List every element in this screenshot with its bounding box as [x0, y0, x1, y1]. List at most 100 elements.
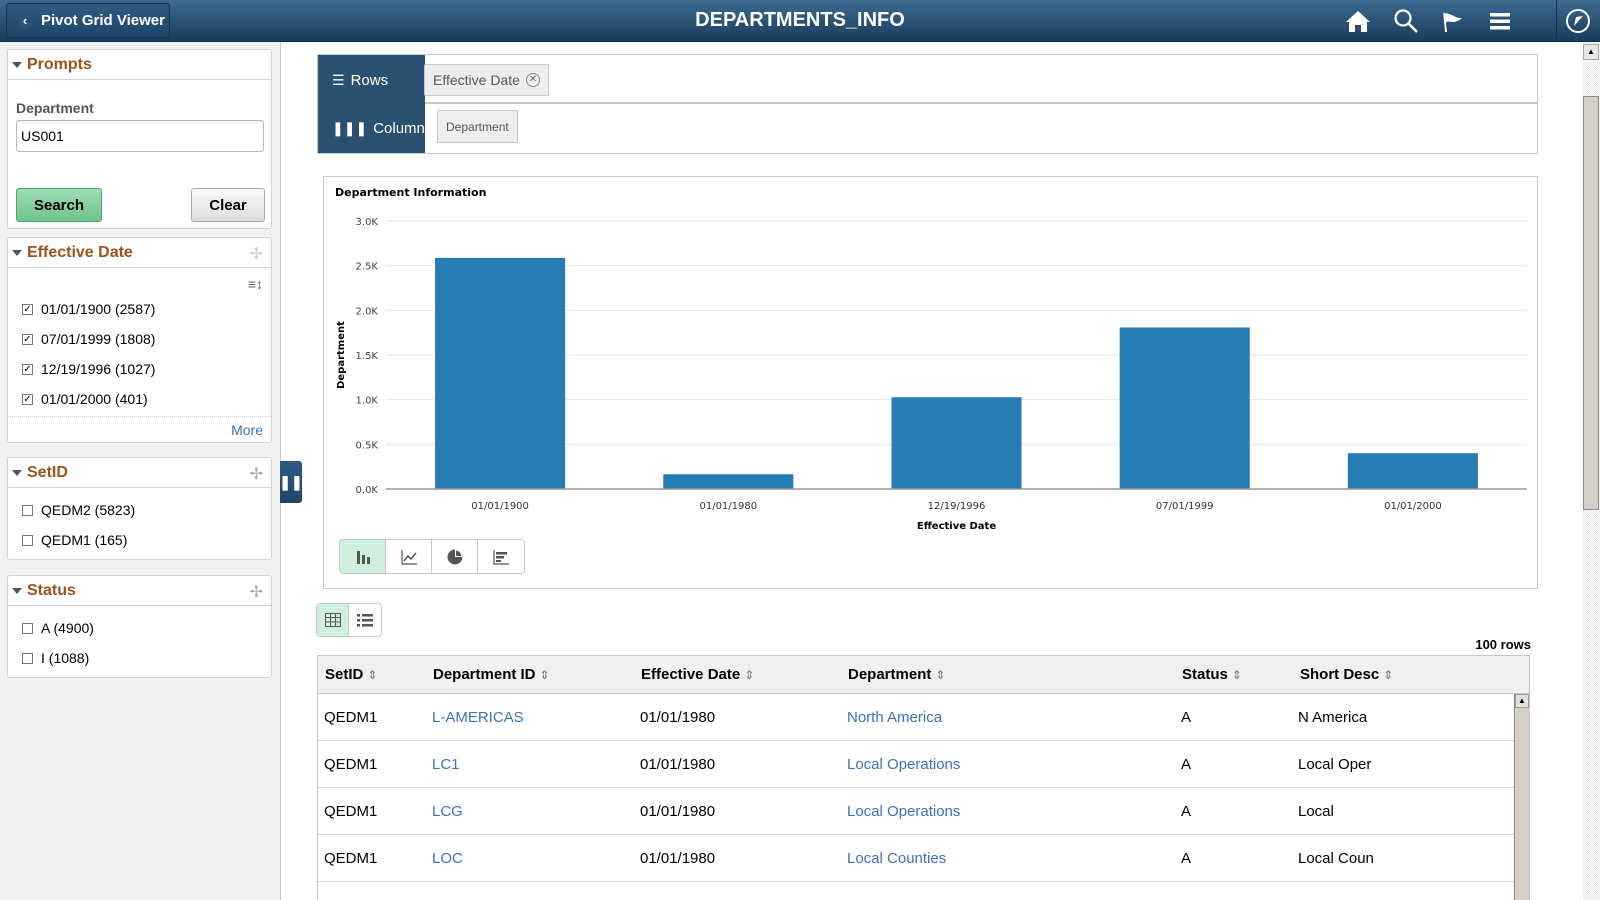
department-label: Department: [16, 100, 94, 116]
chart-type-toolbar: [339, 539, 525, 574]
cell-setid: QEDM1: [324, 756, 378, 773]
cell-department-link[interactable]: North America: [847, 709, 942, 726]
column-header-department-id[interactable]: Department ID ⇕: [433, 666, 550, 683]
cell-department-id-link[interactable]: LCG: [432, 803, 463, 820]
y-axis-label: Department: [336, 321, 347, 389]
y-tick-label: 3.0K: [356, 217, 379, 228]
facet-item[interactable]: ✓ 12/19/1996 (1027): [8, 354, 271, 384]
scrollbar-thumb[interactable]: [1583, 96, 1599, 510]
search-button[interactable]: Search: [16, 188, 102, 222]
column-header-setid[interactable]: SetID ⇕: [325, 666, 377, 683]
facet-item[interactable]: I (1088): [8, 643, 271, 673]
column-chip-department[interactable]: Department: [437, 110, 518, 143]
chart-container: Department Information 0.0K 0.5K 1.0K 1.5K 2…: [323, 176, 1538, 589]
checkbox[interactable]: [22, 652, 33, 664]
sort-icon: ⇕: [1383, 668, 1394, 682]
sidebar-collapse-handle[interactable]: ❚❚: [279, 461, 303, 503]
divider: [8, 416, 271, 417]
collapse-triangle-icon[interactable]: [12, 61, 22, 68]
collapse-triangle-icon[interactable]: [12, 587, 22, 594]
prompts-panel-header[interactable]: Prompts: [8, 50, 271, 80]
bar[interactable]: [1119, 327, 1250, 489]
checkbox[interactable]: [22, 504, 33, 516]
facet-item-label: A (4900): [41, 620, 94, 636]
line-chart-button[interactable]: [386, 540, 432, 573]
cell-department-id-link[interactable]: LOC: [432, 850, 463, 867]
grid-view-button[interactable]: [317, 604, 349, 636]
pie-chart-button[interactable]: [432, 540, 478, 573]
facet-item[interactable]: ✓ 01/01/1900 (2587): [8, 294, 271, 324]
column-header-effective-date[interactable]: Effective Date ⇕: [641, 666, 754, 683]
checkbox-checked[interactable]: ✓: [22, 303, 33, 315]
column-header-label: Short Desc: [1300, 666, 1380, 683]
data-grid: SetID ⇕ Department ID ⇕ Effective Date ⇕ De…: [317, 655, 1530, 900]
bar-chart-button[interactable]: [340, 540, 386, 573]
bar[interactable]: [663, 474, 794, 489]
checkbox[interactable]: [22, 534, 33, 546]
horizontal-bar-chart-button[interactable]: [478, 540, 524, 573]
facet-item-label: QEDM2 (5823): [41, 502, 136, 518]
back-button[interactable]: ‹ Pivot Grid Viewer: [6, 3, 170, 38]
navbar-compass-icon[interactable]: [1563, 6, 1593, 36]
checkbox-checked[interactable]: ✓: [22, 393, 33, 405]
department-input[interactable]: [16, 120, 264, 152]
back-button-label: Pivot Grid Viewer: [41, 12, 165, 29]
clear-button[interactable]: Clear: [191, 188, 265, 222]
move-icon[interactable]: ✢: [250, 464, 263, 484]
y-tick-label: 1.0K: [356, 396, 379, 407]
cell-department-link[interactable]: Local Counties: [847, 850, 946, 867]
collapse-triangle-icon[interactable]: [12, 469, 22, 476]
facet-item-label: 07/01/1999 (1808): [41, 331, 156, 347]
home-icon[interactable]: [1343, 6, 1373, 36]
cell-department-link[interactable]: Local Operations: [847, 803, 960, 820]
y-tick-label: 2.0K: [356, 306, 379, 317]
x-tick-label: 07/01/1999: [1156, 501, 1214, 512]
move-icon[interactable]: ✢: [250, 244, 263, 264]
more-link[interactable]: More: [231, 422, 263, 438]
cell-effective-date: 01/01/1980: [640, 756, 716, 773]
cell-department-id-link[interactable]: L-AMERICAS: [432, 709, 524, 726]
column-header-status[interactable]: Status ⇕: [1182, 666, 1242, 683]
scroll-up-arrow-icon[interactable]: ▲: [1515, 694, 1529, 708]
collapse-triangle-icon[interactable]: [12, 249, 22, 256]
facet-item[interactable]: ✓ 01/01/2000 (401): [8, 384, 271, 414]
move-icon[interactable]: ✢: [250, 582, 263, 602]
facet-item[interactable]: ✓ 07/01/1999 (1808): [8, 324, 271, 354]
facet-header[interactable]: SetID ✢: [8, 458, 271, 488]
flag-icon[interactable]: [1438, 6, 1468, 36]
scroll-up-arrow-icon[interactable]: ▲: [1583, 44, 1599, 60]
columns-axis-label: ❚❚❚ Columns: [318, 103, 432, 153]
cell-department-link[interactable]: Local Operations: [847, 756, 960, 773]
row-chip-effective-date[interactable]: Effective Date ✕: [424, 64, 549, 96]
bar-chart: Department Information 0.0K 0.5K 1.0K 1.5K 2…: [335, 186, 1527, 532]
bar[interactable]: [435, 257, 566, 489]
rows-icon: ☰: [332, 71, 345, 88]
facet-header[interactable]: Status ✢: [8, 576, 271, 606]
column-header-short-desc[interactable]: Short Desc ⇕: [1300, 666, 1393, 683]
remove-icon[interactable]: ✕: [525, 73, 540, 87]
checkbox-checked[interactable]: ✓: [22, 363, 33, 375]
facet-header[interactable]: Effective Date ✢: [8, 238, 271, 268]
line-chart-icon: [400, 549, 417, 565]
table-row: QEDM1 L-AMERICAS 01/01/1980 North Americ…: [318, 694, 1515, 741]
search-icon[interactable]: [1391, 6, 1421, 36]
facet-item[interactable]: QEDM2 (5823): [8, 495, 271, 525]
column-header-department[interactable]: Department ⇕: [848, 666, 945, 683]
bar[interactable]: [891, 397, 1022, 489]
checkbox[interactable]: [22, 622, 33, 634]
list-view-button[interactable]: [349, 604, 381, 636]
cell-department-id-link[interactable]: LC1: [432, 756, 460, 773]
checkbox-checked[interactable]: ✓: [22, 333, 33, 345]
chip-label: Department: [446, 119, 509, 134]
bar[interactable]: [1347, 453, 1478, 489]
facet-item[interactable]: A (4900): [8, 613, 271, 643]
cell-short-desc: Local: [1298, 803, 1334, 820]
grid-view-icon: [324, 613, 341, 627]
facet-effective-date: Effective Date ✢ ≡↕ ✓ 01/01/1900 (2587) ✓…: [7, 237, 272, 443]
menu-icon[interactable]: [1485, 6, 1515, 36]
grid-scrollbar[interactable]: ▲: [1514, 694, 1529, 900]
y-tick-label: 0.5K: [356, 440, 379, 451]
page-scrollbar[interactable]: ▲: [1568, 42, 1600, 900]
facet-item[interactable]: QEDM1 (165): [8, 525, 271, 555]
sort-icon[interactable]: ≡↕: [248, 276, 263, 292]
